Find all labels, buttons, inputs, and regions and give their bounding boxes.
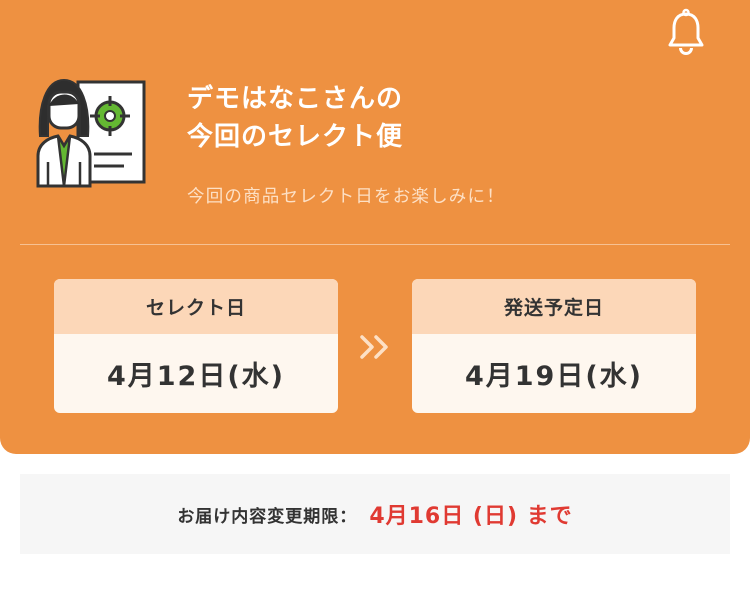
- avatar: [36, 78, 146, 188]
- select-date-card: セレクト日 4月12日(水): [54, 279, 338, 413]
- change-deadline-banner: お届け内容変更期限： 4月16日 (日) まで: [20, 474, 730, 554]
- title-line-1: デモはなこさんの: [187, 84, 404, 114]
- deadline-label: お届け内容変更期限：: [177, 506, 358, 527]
- page-subtitle: 今回の商品セレクト日をお楽しみに！: [187, 187, 505, 207]
- select-date-value: 4月12日(水): [106, 361, 286, 392]
- title-line-2: 今回のセレクト便: [187, 122, 404, 152]
- divider: [20, 244, 730, 245]
- deadline-value: 4月16日 (日) まで: [369, 504, 573, 529]
- ship-date-label: 発送予定日: [412, 279, 696, 334]
- bell-icon[interactable]: [664, 8, 708, 58]
- ship-date-card: 発送予定日 4月19日(水): [412, 279, 696, 413]
- double-chevron-right-icon: [360, 335, 388, 359]
- page-title: デモはなこさんの 今回のセレクト便: [187, 80, 707, 156]
- header-panel: デモはなこさんの 今回のセレクト便 今回の商品セレクト日をお楽しみに！ セレクト…: [0, 0, 750, 454]
- select-date-label: セレクト日: [54, 279, 338, 334]
- ship-date-value: 4月19日(水): [464, 361, 644, 392]
